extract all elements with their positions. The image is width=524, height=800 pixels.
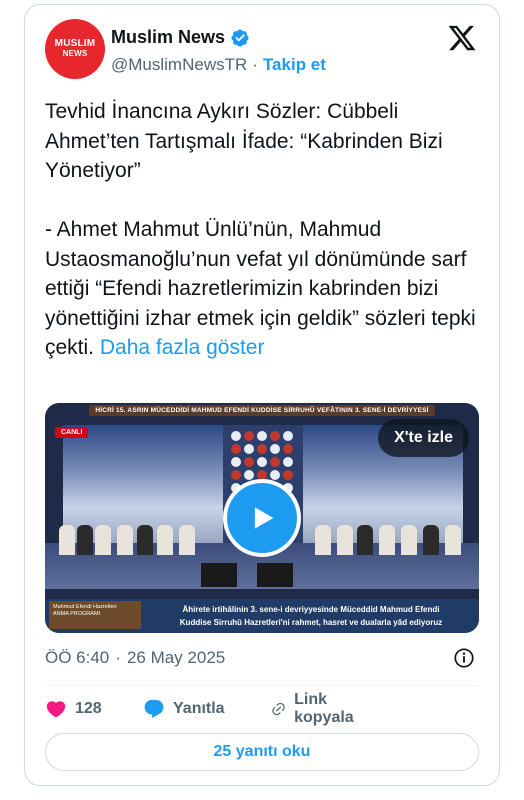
link-icon (272, 702, 285, 716)
podium-right (257, 563, 293, 587)
verified-badge-icon (231, 28, 249, 47)
tweet-time: ÖÖ 6:40 (45, 648, 110, 667)
show-more-link[interactable]: Daha fazla göster (100, 336, 265, 359)
tweet-body: Tevhid İnancına Aykırı Sözler: Cübbeli A… (45, 100, 476, 359)
timestamp-separator: · (115, 648, 121, 667)
tweet-text: Tevhid İnancına Aykırı Sözler: Cübbeli A… (45, 97, 485, 363)
likes-count: 128 (75, 700, 102, 717)
lower-third-line-1: Âhirete irtihâlinin 3. sene-i devriyyesi… (182, 605, 440, 614)
lower-third-logo: Mahmud Efendi Hazretleri ANMA PROGRAMI (49, 601, 141, 629)
action-bar: 128 Yanıtla Link kopyala (45, 691, 354, 726)
author-name-row: Muslim News (111, 27, 250, 48)
watch-on-x-button[interactable]: X'te izle (378, 419, 469, 457)
x-logo-icon[interactable] (447, 23, 477, 53)
reply-bubble-icon (144, 699, 164, 718)
avatar[interactable]: MUSLIM NEWS (45, 19, 105, 79)
follow-button[interactable]: Takip et (263, 55, 326, 75)
avatar-logo-bottom: NEWS (62, 49, 88, 58)
lower-third-line-2: Kuddise Sirruhû Hazretleri'ni rahmet, ha… (179, 618, 443, 627)
video-banner-text: HİCRİ 15. ASRIN MÜCEDDİDİ MAHMUD EFENDİ … (89, 405, 435, 416)
info-icon[interactable] (453, 647, 475, 669)
avatar-logo: MUSLIM NEWS (55, 39, 96, 59)
lower-third-logo-sub: ANMA PROGRAMI (53, 611, 101, 617)
avatar-logo-top: MUSLIM (54, 38, 96, 49)
read-replies-button[interactable]: 25 yanıtı oku (45, 733, 479, 771)
play-icon (254, 507, 274, 529)
copy-link-label: Link kopyala (294, 691, 354, 726)
live-badge: CANLI (55, 427, 89, 438)
reply-button[interactable]: Yanıtla (143, 698, 225, 720)
handle-separator: · (252, 55, 258, 74)
author-handle[interactable]: @MuslimNewsTR (111, 55, 247, 75)
tweet-card: MUSLIM NEWS Muslim News @MuslimNewsTR · … (24, 4, 500, 786)
reply-label: Yanıtla (173, 700, 225, 717)
heart-icon (46, 701, 66, 718)
lower-third-logo-title: Mahmud Efendi Hazretleri (53, 604, 117, 610)
tweet-timestamp[interactable]: ÖÖ 6:40 · 26 May 2025 (45, 648, 225, 668)
author-name[interactable]: Muslim News (111, 27, 225, 48)
video-lower-third: Mahmud Efendi Hazretleri ANMA PROGRAMI Â… (45, 599, 479, 633)
like-button[interactable]: 128 (45, 698, 102, 720)
play-button[interactable] (223, 479, 301, 557)
copy-link-button[interactable]: Link kopyala (271, 691, 361, 727)
divider (45, 685, 479, 686)
author-handle-row: @MuslimNewsTR · Takip et (111, 55, 326, 75)
tweet-date: 26 May 2025 (126, 648, 226, 667)
video-player[interactable]: HİCRİ 15. ASRIN MÜCEDDİDİ MAHMUD EFENDİ … (45, 403, 479, 633)
podium-left (201, 563, 237, 587)
